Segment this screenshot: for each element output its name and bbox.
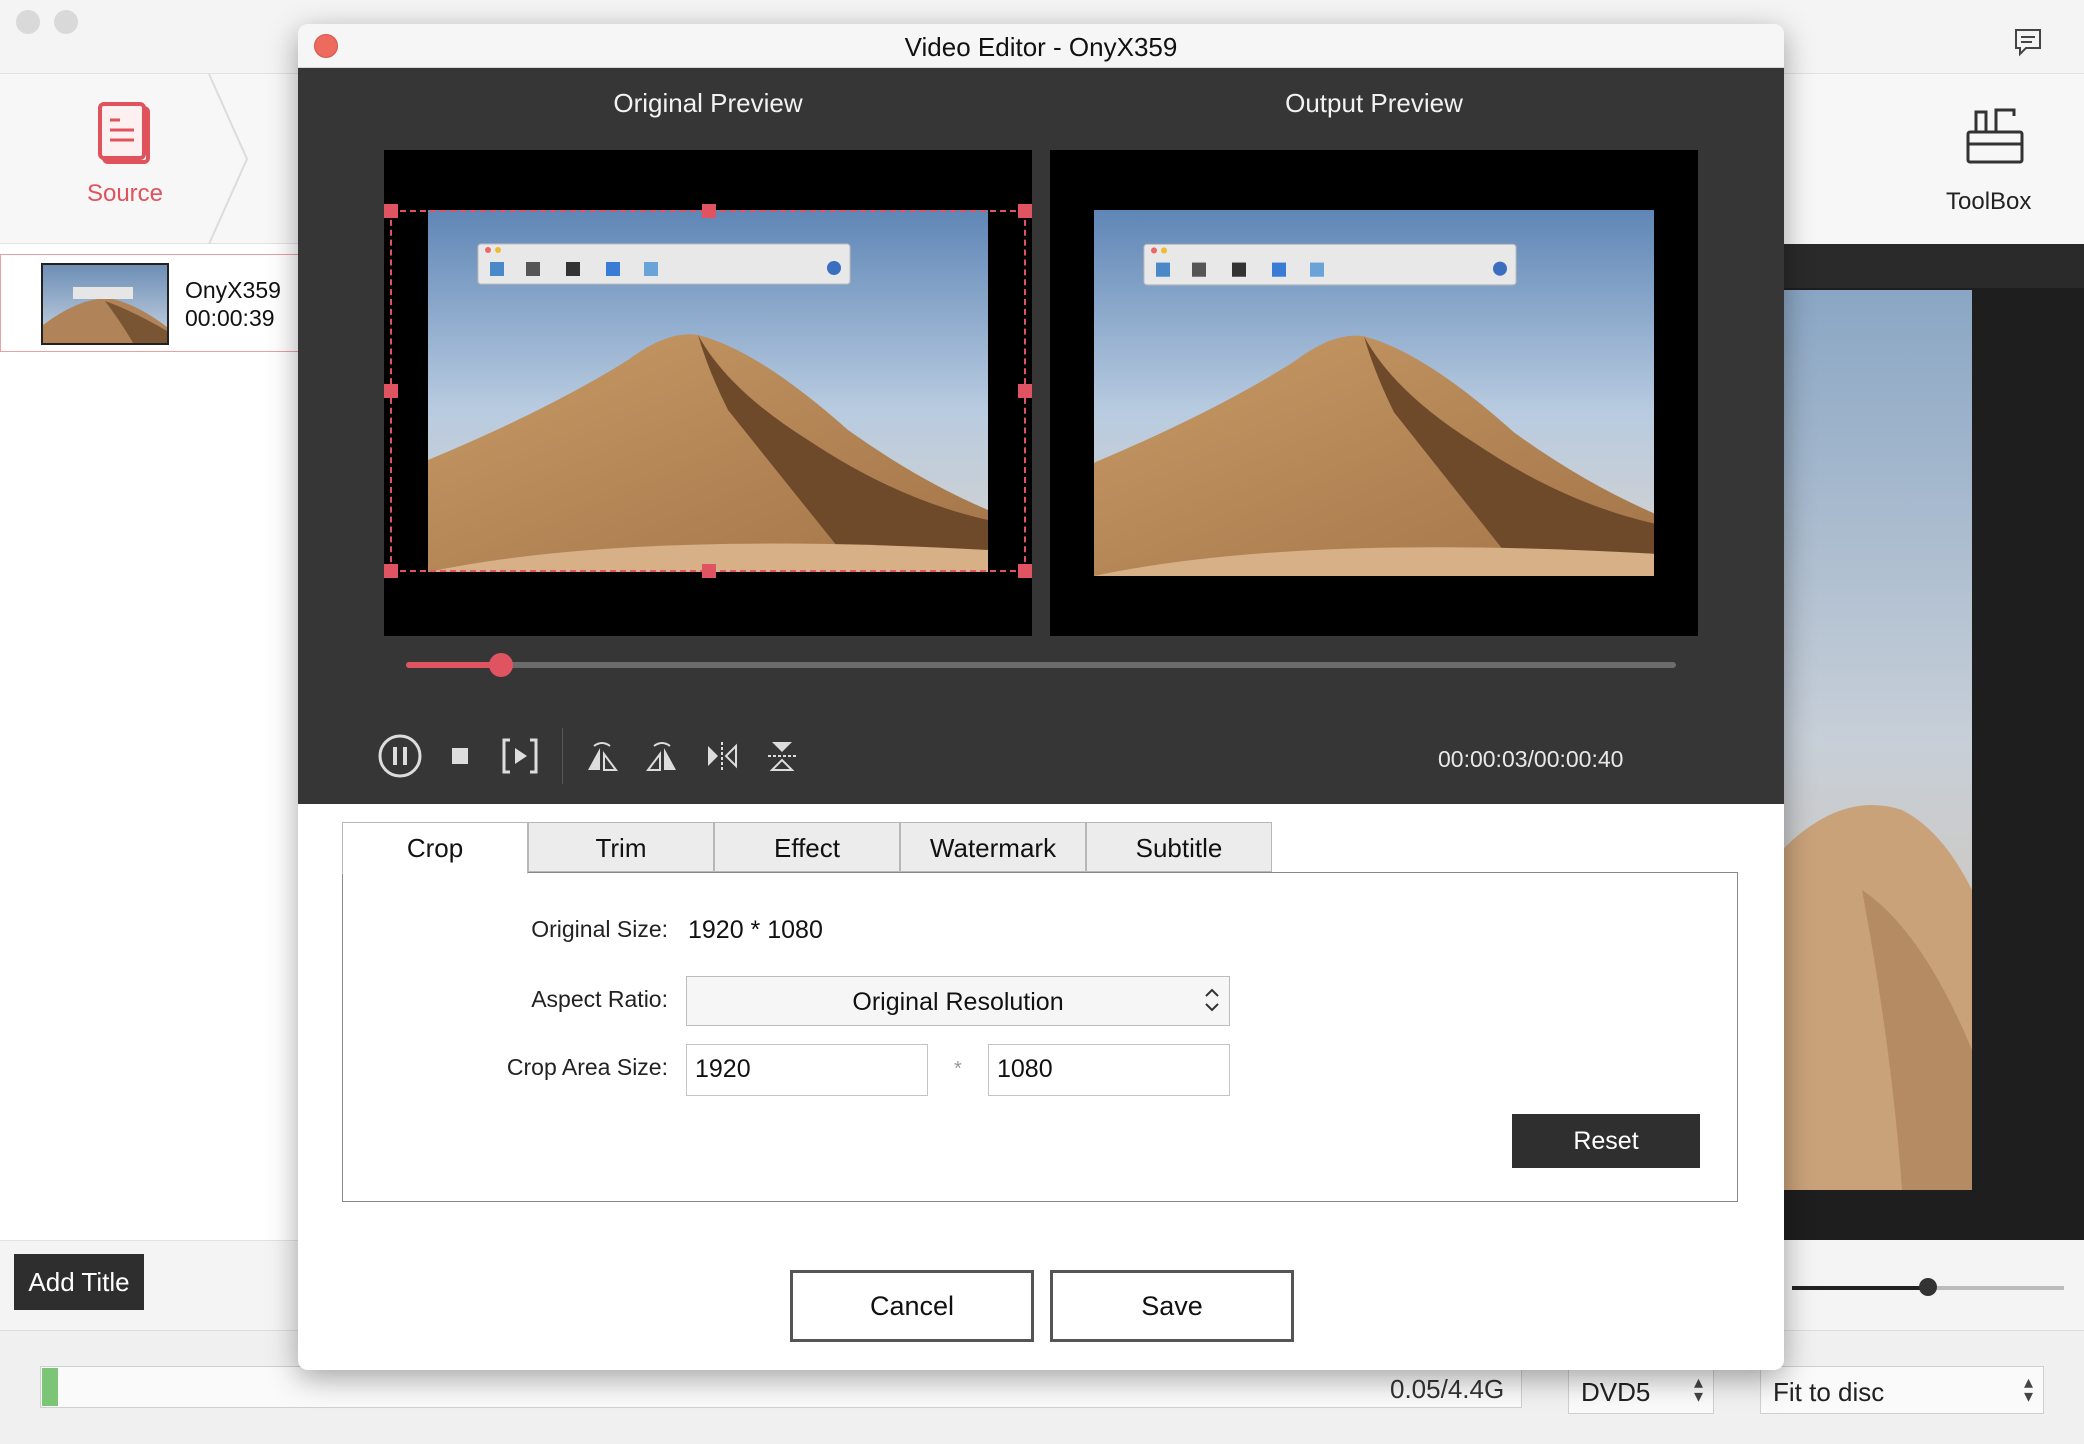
file-duration: 00:00:39	[185, 305, 275, 331]
rotate-right-button[interactable]	[638, 732, 686, 780]
dialog-titlebar: Video Editor - OnyX359	[298, 24, 1784, 68]
crop-width-input[interactable]: 1920	[686, 1044, 928, 1096]
rotate-left-button[interactable]	[578, 732, 626, 780]
file-list: OnyX359 00:00:39	[0, 244, 300, 1240]
select-arrows-icon: ▴ ▾	[2023, 1372, 2033, 1406]
rotate-right-icon	[646, 742, 676, 771]
crop-handle-top[interactable]	[702, 204, 716, 218]
original-size-label: Original Size:	[531, 916, 668, 942]
playback-time: 00:00:03/00:00:40	[1438, 746, 1624, 772]
crop-handle-left[interactable]	[384, 384, 398, 398]
aspect-ratio-value: Original Resolution	[852, 988, 1064, 1016]
aspect-ratio-select[interactable]: Original Resolution	[686, 976, 1230, 1026]
seek-slider-fill	[406, 662, 502, 668]
pause-button[interactable]	[376, 732, 424, 780]
fit-mode-value: Fit to disc	[1773, 1377, 1885, 1407]
crop-area-size-label: Crop Area Size:	[506, 1054, 668, 1080]
stop-icon	[452, 748, 468, 764]
pause-icon	[378, 734, 422, 778]
output-preview	[1050, 150, 1698, 636]
toolbox-label: ToolBox	[1946, 188, 2032, 215]
original-size-value: 1920 * 1080	[688, 916, 823, 944]
times-sign: *	[954, 1058, 962, 1080]
step-chevron-icon	[208, 74, 249, 244]
window-close-button[interactable]	[16, 10, 40, 34]
seek-slider[interactable]	[406, 662, 1676, 668]
main-preview-header	[1782, 244, 2084, 288]
volume-slider-fill	[1792, 1286, 1928, 1290]
add-title-button[interactable]: Add Title	[14, 1254, 144, 1310]
video-thumbnail	[41, 263, 169, 345]
flip-horizontal-button[interactable]	[698, 732, 746, 780]
controls-divider	[562, 728, 563, 784]
disc-capacity-bar	[40, 1366, 1522, 1408]
next-frame-icon	[502, 738, 538, 774]
tab-subtitle[interactable]: Subtitle	[1086, 822, 1272, 872]
source-label: Source	[86, 180, 164, 207]
dialog-title: Video Editor - OnyX359	[904, 32, 1178, 62]
chevron-updown-icon	[1205, 988, 1219, 1012]
original-preview-heading: Original Preview	[613, 88, 803, 118]
crop-handle-top-right[interactable]	[1018, 204, 1032, 218]
source-step[interactable]: Source	[40, 100, 210, 208]
tab-effect[interactable]: Effect	[714, 822, 900, 872]
crop-handle-bottom-left[interactable]	[384, 564, 398, 578]
preview-panel: Original Preview Output Preview 00:00:03…	[298, 68, 1784, 804]
tab-watermark[interactable]: Watermark	[900, 822, 1086, 872]
crop-selection-rectangle[interactable]	[384, 204, 1032, 578]
tab-crop[interactable]: Crop	[342, 822, 528, 874]
toolbox-icon	[1966, 108, 2024, 164]
aspect-ratio-label: Aspect Ratio:	[531, 986, 668, 1012]
original-preview	[384, 150, 1032, 636]
feedback-icon[interactable]	[2010, 24, 2046, 60]
volume-slider-handle[interactable]	[1919, 1278, 1937, 1296]
seek-slider-handle[interactable]	[489, 653, 514, 677]
crop-handle-top-left[interactable]	[384, 204, 398, 218]
reset-button[interactable]: Reset	[1512, 1114, 1700, 1168]
source-document-icon	[98, 102, 150, 164]
flip-vertical-button[interactable]	[758, 732, 806, 780]
crop-height-input[interactable]: 1080	[988, 1044, 1230, 1096]
flip-vertical-icon	[768, 742, 796, 771]
disc-type-select[interactable]: DVD5 ▴ ▾	[1568, 1366, 1714, 1414]
output-preview-image	[1094, 210, 1654, 576]
stop-button[interactable]	[436, 732, 484, 780]
disc-capacity-text: 0.05/4.4G	[1390, 1374, 1505, 1404]
list-item[interactable]: OnyX359 00:00:39	[0, 254, 300, 352]
file-name: OnyX359	[185, 277, 281, 303]
cancel-button[interactable]: Cancel	[790, 1270, 1034, 1342]
crop-handle-bottom[interactable]	[702, 564, 716, 578]
save-button[interactable]: Save	[1050, 1270, 1294, 1342]
output-preview-heading: Output Preview	[1285, 88, 1463, 118]
crop-handle-right[interactable]	[1018, 384, 1032, 398]
fit-mode-select[interactable]: Fit to disc ▴ ▾	[1760, 1366, 2044, 1414]
tab-trim[interactable]: Trim	[528, 822, 714, 872]
disc-capacity-fill	[42, 1368, 59, 1406]
main-preview-image	[1782, 290, 1972, 1190]
rotate-left-icon	[588, 742, 618, 771]
crop-handle-bottom-right[interactable]	[1018, 564, 1032, 578]
toolbox-step[interactable]: ToolBox	[1782, 74, 2084, 244]
window-minimize-button[interactable]	[54, 10, 78, 34]
flip-horizontal-icon	[708, 742, 737, 770]
disc-type-value: DVD5	[1581, 1377, 1651, 1407]
next-frame-button[interactable]	[496, 732, 544, 780]
video-editor-dialog: Video Editor - OnyX359 Original Preview …	[298, 24, 1784, 1370]
select-arrows-icon: ▴ ▾	[1693, 1372, 1703, 1406]
